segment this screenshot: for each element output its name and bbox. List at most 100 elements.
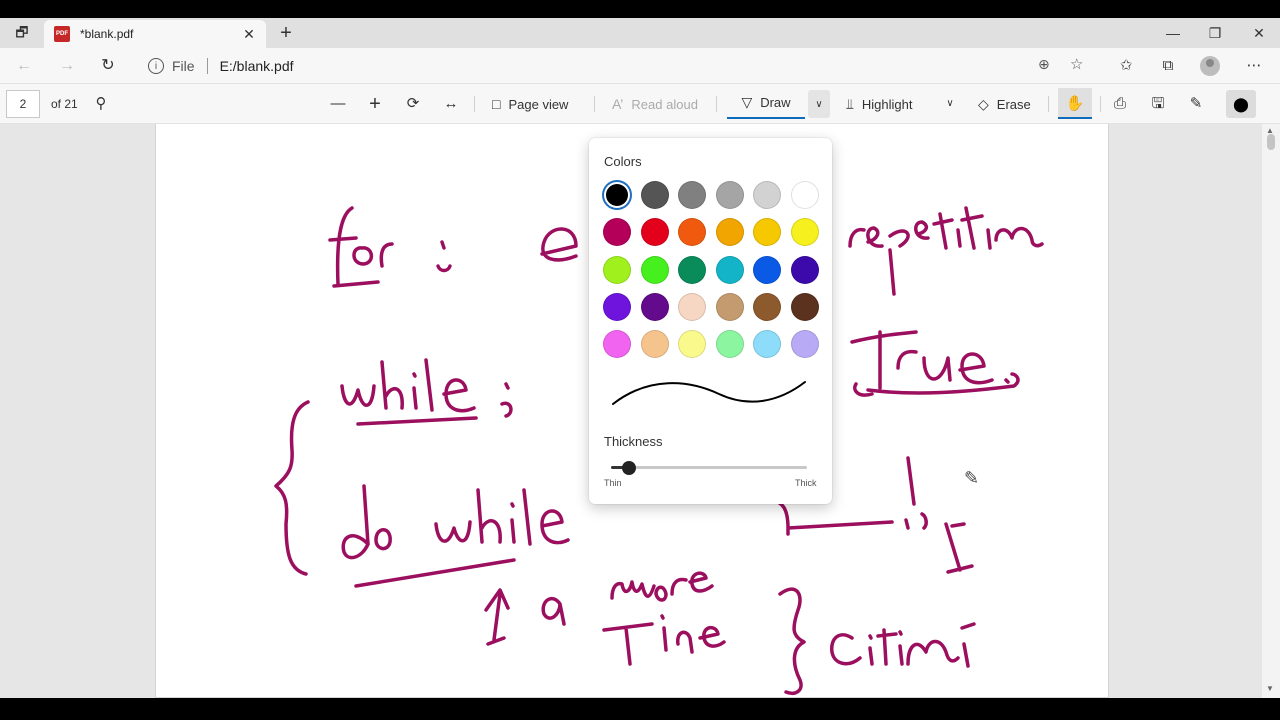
colors-heading: Colors [604, 154, 642, 169]
toolbar-divider [474, 96, 475, 112]
url-separator [206, 58, 208, 74]
tab-title: *blank.pdf [80, 27, 134, 41]
collections-icon[interactable]: ⧉ [1156, 56, 1180, 76]
thin-label: Thin [604, 478, 622, 488]
color-swatch[interactable] [640, 330, 669, 359]
highlight-chevron-down-icon[interactable]: ∨ [939, 94, 961, 114]
page-view-button[interactable]: □ Page view [492, 94, 568, 114]
color-swatch[interactable] [753, 218, 781, 247]
hand-touch-icon: ✋ [1065, 94, 1085, 112]
scroll-thumb[interactable] [1267, 134, 1275, 150]
color-swatch[interactable] [790, 292, 819, 321]
save-as-icon[interactable]: ✎ [1185, 94, 1207, 114]
draw-button[interactable]: ▽ Draw [727, 88, 805, 119]
address-bar: ← → ↻ i File E:/blank.pdf ⊕ ☆ ✩ ⧉ ⋯ [0, 48, 1280, 84]
color-swatch[interactable] [790, 330, 819, 359]
draw-options-chevron-icon[interactable]: ∨ [808, 90, 830, 118]
refresh-icon[interactable]: ↻ [96, 56, 120, 76]
url-text: E:/blank.pdf [219, 58, 294, 74]
color-swatch[interactable] [678, 292, 706, 321]
color-swatch[interactable] [678, 330, 706, 359]
more-menu-icon[interactable]: ⋯ [1242, 56, 1266, 76]
back-icon[interactable]: ← [12, 56, 36, 76]
color-swatch[interactable] [753, 255, 781, 284]
color-swatch[interactable] [603, 255, 631, 284]
color-swatch[interactable] [603, 330, 631, 359]
add-favorite-icon[interactable]: ☆ [1070, 55, 1083, 73]
pdf-toolbar: 2 of 21 ⚲ — + ⟳ ↔ □ Page view A’ Read al… [0, 84, 1280, 124]
read-aloud-icon: A’ [612, 96, 624, 112]
color-swatch[interactable] [640, 181, 669, 209]
zoom-in-icon[interactable]: + [364, 94, 386, 114]
url-input[interactable]: i File E:/blank.pdf ⊕ ☆ [136, 52, 1098, 80]
forward-icon[interactable]: → [55, 56, 79, 76]
color-swatch[interactable] [678, 255, 706, 284]
color-swatch[interactable] [640, 255, 669, 284]
color-swatch[interactable] [715, 255, 744, 284]
color-swatch[interactable] [715, 218, 744, 247]
toolbar-divider [1048, 96, 1049, 112]
page-number-input[interactable]: 2 [6, 90, 40, 118]
zoom-icon[interactable]: ⊕ [1038, 56, 1050, 73]
erase-button[interactable]: ◇ Erase [978, 94, 1031, 114]
thickness-slider-thumb[interactable] [621, 461, 636, 475]
close-tab-icon[interactable]: ✕ [240, 26, 258, 43]
read-aloud-button[interactable]: A’ Read aloud [612, 94, 698, 114]
highlight-button[interactable]: ⫫ Highlight [846, 94, 912, 114]
color-swatch[interactable] [715, 292, 744, 321]
vertical-scrollbar[interactable]: ▲ ▼ [1262, 124, 1280, 698]
color-swatch[interactable] [715, 181, 744, 209]
info-icon[interactable]: i [148, 58, 164, 74]
toolbar-divider [1100, 96, 1101, 112]
color-swatch[interactable] [790, 255, 819, 284]
draw-options-flyout: Colors Thickness Thin Thick [589, 138, 832, 504]
rotate-icon[interactable]: ⟳ [402, 94, 424, 114]
color-swatch[interactable] [603, 218, 631, 247]
color-swatch[interactable] [640, 218, 669, 247]
toolbar-divider [716, 96, 717, 112]
toolbar-divider [594, 96, 595, 112]
color-swatch[interactable] [753, 292, 781, 321]
new-tab-icon[interactable]: + [276, 22, 296, 44]
profile-avatar[interactable] [1200, 56, 1220, 76]
color-swatch[interactable] [753, 181, 781, 209]
touch-writing-button[interactable]: ✋ [1058, 88, 1092, 119]
pin-toolbar-button[interactable]: ⬤ [1226, 90, 1256, 118]
thickness-heading: Thickness [604, 434, 663, 449]
ink-stroke [540, 227, 578, 262]
read-aloud-label: Read aloud [631, 96, 698, 112]
stroke-preview [612, 381, 806, 405]
favorites-icon[interactable]: ✩ [1114, 56, 1138, 76]
color-swatch[interactable] [606, 184, 628, 206]
url-scheme: File [172, 58, 195, 74]
close-window-icon[interactable]: ✕ [1244, 22, 1274, 44]
ink-stroke [830, 622, 976, 668]
fit-to-width-icon[interactable]: ↔ [440, 94, 462, 114]
eraser-icon: ◇ [978, 95, 989, 112]
color-swatch[interactable] [603, 292, 631, 321]
color-swatch[interactable] [678, 181, 706, 209]
color-swatch[interactable] [790, 181, 819, 209]
restore-icon[interactable]: ❐ [1200, 22, 1230, 44]
color-palette [603, 181, 821, 359]
print-icon[interactable]: ⎙ [1109, 94, 1131, 114]
color-swatch[interactable] [640, 292, 669, 321]
search-icon[interactable]: ⚲ [90, 94, 112, 114]
color-swatch[interactable] [678, 218, 706, 247]
pencil-cursor-icon: ✎ [964, 468, 980, 488]
tab-strip: 🗗 PDF *blank.pdf ✕ + — ❐ ✕ [0, 18, 1280, 48]
zoom-out-icon[interactable]: — [327, 94, 349, 114]
minimize-icon[interactable]: — [1158, 22, 1188, 44]
tab-actions-icon[interactable]: 🗗 [8, 24, 36, 44]
pdf-file-icon: PDF [54, 26, 70, 42]
thick-label: Thick [795, 478, 817, 488]
color-swatch[interactable] [790, 218, 819, 247]
thickness-slider-track[interactable] [611, 466, 807, 469]
save-icon[interactable]: 🖫 [1147, 94, 1169, 114]
ink-stroke [778, 587, 806, 695]
page-view-label: Page view [508, 96, 569, 112]
scroll-down-icon[interactable]: ▼ [1266, 684, 1274, 693]
tab-blank-pdf[interactable]: PDF *blank.pdf ✕ [44, 20, 266, 48]
color-swatch[interactable] [715, 330, 744, 359]
color-swatch[interactable] [753, 330, 781, 359]
